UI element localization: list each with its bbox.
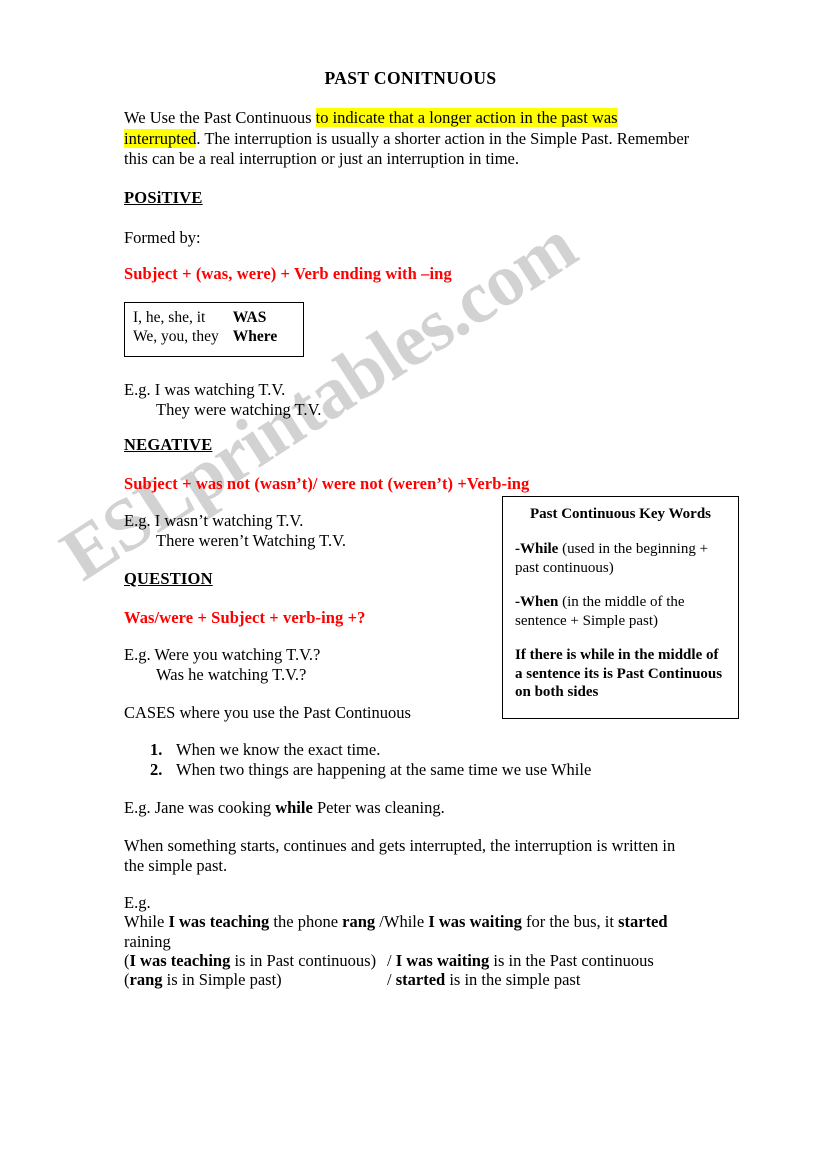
final-p1: While <box>124 912 169 931</box>
formed-by-label: Formed by: <box>124 228 201 247</box>
positive-example-1: E.g. I was watching T.V. <box>124 380 286 399</box>
final-explanation-left-1: (I was teaching is in Past continuous) <box>124 951 387 971</box>
final-b4: started <box>618 912 668 931</box>
question-formula: Was/were + Subject + verb-ing +? <box>124 608 366 627</box>
negative-example-2: There weren’t Watching T.V. <box>156 530 347 550</box>
final-explanation-row-2: (rang is in Simple past) / started is in … <box>124 970 694 990</box>
auxiliary-was: WAS <box>232 309 267 326</box>
cases-example-sentence: E.g. Jane was cooking while Peter was cl… <box>124 798 445 818</box>
positive-example-2: They were watching T.V. <box>156 399 322 419</box>
intro-paragraph: We Use the Past Continuous to indicate t… <box>124 108 696 170</box>
final-p4: for the bus, it <box>521 912 619 931</box>
final-b3: I was waiting <box>428 912 522 931</box>
negative-formula: Subject + was not (wasn’t)/ were not (we… <box>124 474 530 493</box>
cases-example-post: Peter was cleaning. <box>312 798 445 817</box>
final-b2: rang <box>342 912 376 931</box>
final-explanation-right-2: / started is in the simple past <box>387 970 580 990</box>
list-item: 1. When we know the exact time. <box>150 740 620 760</box>
negative-examples: E.g. I wasn’t watching T.V. There weren’… <box>124 511 346 550</box>
expl2-slash: / <box>387 970 396 989</box>
cases-example-keyword: while <box>275 798 313 817</box>
expl2-right-bold: started <box>395 970 446 989</box>
key-words-note: If there is while in the middle of a sen… <box>515 647 723 700</box>
key-word-entry-while: -While (used in the beginning + past con… <box>515 540 726 577</box>
list-item-number: 2. <box>150 760 163 779</box>
final-example-sentence: While I was teaching the phone rang /Whi… <box>124 912 684 951</box>
final-explanation-row-1: (I was teaching is in Past continuous) / … <box>124 951 694 971</box>
section-heading-question: QUESTION <box>124 569 213 588</box>
final-eg-label: E.g. <box>124 893 151 912</box>
auxiliary-were: Where <box>232 328 278 345</box>
kw-word-while: While <box>520 541 559 557</box>
expl1-right-rest: is in the Past continuous <box>489 951 654 970</box>
final-p3: /While <box>375 912 429 931</box>
page-title: PAST CONITNUOUS <box>324 68 497 88</box>
list-item: 2. When two things are happening at the … <box>150 760 620 780</box>
key-words-box: Past Continuous Key Words -While (used i… <box>502 496 739 719</box>
question-example-1: E.g. Were you watching T.V.? <box>124 645 321 664</box>
expl2-bold: rang <box>129 970 163 989</box>
positive-formula: Subject + (was, were) + Verb ending with… <box>124 264 452 283</box>
expl1-right-bold: I was waiting <box>395 951 490 970</box>
pronoun-group-plural: We, you, they <box>133 328 219 345</box>
expl2-rest: is in Simple past) <box>162 970 282 989</box>
question-examples: E.g. Were you watching T.V.? Was he watc… <box>124 645 320 684</box>
kw-word-when: When <box>520 594 559 610</box>
intro-rest-text: . The interruption is usually a shorter … <box>124 128 690 169</box>
expl1-rest: is in Past continuous) <box>230 951 377 970</box>
key-word-entry-when: -When (in the middle of the sentence + S… <box>515 593 726 630</box>
cases-note: When something starts, continues and get… <box>124 836 676 875</box>
intro-lead-text: We Use the Past Continuous <box>124 108 316 127</box>
section-heading-positive: POSiTIVE <box>124 188 203 207</box>
auxiliary-verb-table: I, he, she, it WAS We, you, they Where <box>133 308 277 346</box>
list-item-text: When we know the exact time. <box>176 740 381 759</box>
cases-list: 1. When we know the exact time. 2. When … <box>150 740 620 780</box>
cases-example-pre: E.g. Jane was cooking <box>124 798 276 817</box>
final-explanation-left-2: (rang is in Simple past) <box>124 970 387 990</box>
final-p5: raining <box>124 931 171 951</box>
final-explanation-right-1: / I was waiting is in the Past continuou… <box>387 951 654 971</box>
document-content: PAST CONITNUOUS We Use the Past Continuo… <box>0 0 821 1162</box>
list-item-number: 1. <box>150 740 163 759</box>
list-item-text: When two things are happening at the sam… <box>176 760 592 779</box>
section-heading-negative: NEGATIVE <box>124 435 213 454</box>
worksheet-page: ESLprintables.com PAST CONITNUOUS We Use… <box>0 0 821 1162</box>
positive-examples: E.g. I was watching T.V. They were watch… <box>124 380 321 419</box>
expl1-slash: / <box>387 951 396 970</box>
expl1-bold: I was teaching <box>129 951 231 970</box>
cases-intro: CASES where you use the Past Continuous <box>124 703 411 722</box>
final-p2: the phone <box>269 912 343 931</box>
negative-example-1: E.g. I wasn’t watching T.V. <box>124 511 304 530</box>
auxiliary-verb-box: I, he, she, it WAS We, you, they Where <box>124 302 304 357</box>
question-example-2: Was he watching T.V.? <box>156 664 307 684</box>
expl2-right-rest: is in the simple past <box>445 970 581 989</box>
key-words-title: Past Continuous Key Words <box>529 506 711 522</box>
table-row: We, you, they Where <box>133 327 277 346</box>
pronoun-group-singular: I, he, she, it <box>133 309 206 326</box>
final-b1: I was teaching <box>168 912 270 931</box>
table-row: I, he, she, it WAS <box>133 308 277 327</box>
